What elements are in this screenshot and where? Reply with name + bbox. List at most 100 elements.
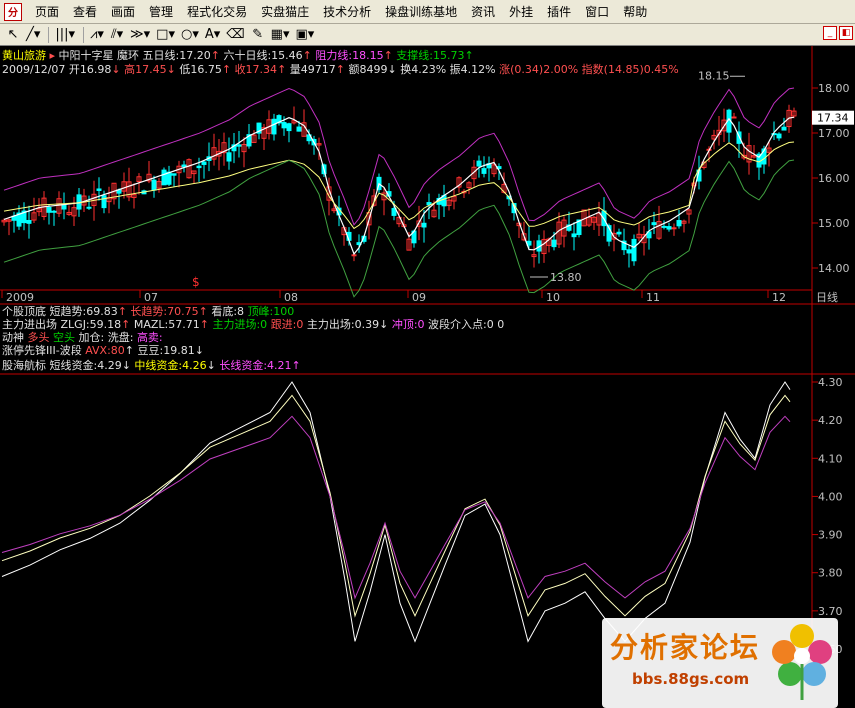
candle-body [201, 161, 207, 165]
candle-body [281, 122, 287, 129]
indicator-row-5: 股海航标 短线资金:4.29↓ 中线资金:4.26↓ 长线资金:4.21↑ [2, 359, 301, 372]
ind4-avx: AVX:80 [85, 344, 125, 357]
candle-body [651, 222, 657, 226]
time-tick-label: 2009 [6, 291, 34, 304]
watermark-url: bbs.88gs.com [632, 670, 750, 688]
indicator-row-3: 动神 多头 空头 加仓: 洗盘: 高卖: [2, 331, 163, 345]
candle-body [776, 133, 782, 139]
ind2-zero: 0 [497, 318, 505, 331]
menu-view[interactable]: 查看 [66, 0, 104, 24]
drawing-toolbar: ↖ ╱▾ |||▾ ⩘▾ ⫽▾ ≫▾ □▾ ○▾ A▾ ⌫ ✎ ▦▾ ▣▾ [0, 24, 855, 46]
time-tick-label: 10 [546, 291, 560, 304]
menu-news[interactable]: 资讯 [464, 0, 502, 24]
rectangle-icon[interactable]: □▾ [154, 26, 177, 44]
fan-icon[interactable]: ⩘▾ [88, 26, 106, 44]
eraser-icon[interactable]: ⌫ [224, 26, 246, 44]
candle-body [296, 126, 302, 132]
menu-page[interactable]: 页面 [28, 0, 66, 24]
candle-body [181, 164, 187, 168]
lower-tick-label: 4.20 [818, 414, 843, 427]
ind5-mid: 中线资金:4.26 [134, 359, 207, 372]
ind2-name: 主力进出场 [2, 318, 57, 331]
ind1-bottom: 看底:8 [211, 305, 245, 318]
ind2-zlgj: ZLGJ:59.18 [60, 318, 122, 331]
menu-tech-analysis[interactable]: 技术分析 [316, 0, 378, 24]
menu-plugin-ext[interactable]: 外挂 [502, 0, 540, 24]
ellipse-icon[interactable]: ○▾ [179, 26, 201, 44]
candle-body [286, 123, 292, 132]
menu-plugins[interactable]: 插件 [540, 0, 578, 24]
candle-body [96, 188, 102, 191]
candle-body [421, 222, 427, 228]
lower-tick-label: 3.90 [818, 529, 843, 542]
ind3-short: 空头 [53, 331, 75, 344]
candle-body [551, 239, 557, 248]
lower-tick-label: 4.10 [818, 452, 843, 465]
price-tick-label: 15.00 [818, 217, 850, 230]
ind1-name: 个股顶底 [2, 305, 46, 318]
ind2-peak: 冲顶:0 [391, 318, 425, 331]
pencil-icon[interactable]: ✎ [249, 26, 267, 44]
menu-training[interactable]: 操盘训练基地 [378, 0, 464, 24]
indicator-row-2: 主力进出场 ZLGJ:59.18↑ MAZL:57.71↑ 主力进场:0 跟进:… [2, 318, 505, 331]
candle-body [46, 206, 52, 213]
ind1-long: 长趋势:70.75 [130, 305, 199, 318]
menu-canvas[interactable]: 画面 [104, 0, 142, 24]
ind2-exit: 主力出场:0.39 [306, 318, 380, 331]
save-icon[interactable]: ▣▾ [293, 26, 316, 44]
lower-tick-label: 4.30 [818, 376, 843, 389]
candle-body [236, 144, 242, 147]
candle-body [101, 195, 107, 209]
crosshair-icon[interactable]: ╱▾ [24, 26, 42, 44]
ind2-mazl: MAZL:57.71 [133, 318, 200, 331]
ind5-short: 短线资金:4.29 [49, 359, 122, 372]
lower-tick-label: 3.80 [818, 567, 843, 580]
price-tick-label: 16.00 [818, 172, 850, 185]
candle-body [51, 210, 57, 213]
ind4-doudou: 豆豆:19.81 [137, 344, 195, 357]
ind5-name: 股海航标 [2, 359, 46, 372]
ind1-top: 顶峰:100 [247, 305, 295, 318]
candle-body [166, 171, 172, 185]
long-fund-line [1, 415, 791, 600]
restore-icon[interactable]: ◧ [839, 26, 853, 40]
lower-tick-label: 4.00 [818, 490, 843, 503]
time-tick-label: 08 [284, 291, 298, 304]
chart-area[interactable]: 黄山旅游 ▸ 中阳十字星 魔环 五日线:17.20↑ 六十日线:15.46↑ 阻… [0, 46, 855, 708]
indicator-row-1: 个股顶底 短趋势:69.83↑ 长趋势:70.75↑ 看底:8 顶峰:100 [2, 305, 295, 318]
price-tick-label: 18.00 [818, 82, 850, 95]
palette-icon[interactable]: ▦▾ [269, 26, 292, 44]
text-icon[interactable]: A▾ [203, 26, 222, 44]
minimize-icon[interactable]: _ [823, 26, 837, 40]
ind5-long: 长线资金:4.21 [219, 359, 292, 372]
menu-bar: 分 页面 查看 画面 管理 程式化交易 实盘猫庄 技术分析 操盘训练基地 资讯 … [0, 0, 855, 24]
channel-icon[interactable]: ⫽▾ [108, 26, 126, 44]
candle-body [151, 179, 157, 191]
candle-body [626, 249, 632, 254]
candle-body [86, 206, 92, 209]
vertical-lines-icon[interactable]: |||▾ [53, 26, 77, 44]
ind1-short: 短趋势:69.83 [49, 305, 118, 318]
menu-help[interactable]: 帮助 [616, 0, 654, 24]
parallel-icon[interactable]: ≫▾ [128, 26, 152, 44]
candle-body [671, 227, 677, 230]
ind3-name: 动神 [2, 331, 24, 344]
time-tick-label: 09 [412, 291, 426, 304]
menu-program-trade[interactable]: 程式化交易 [180, 0, 254, 24]
candle-body [631, 238, 637, 262]
candle-body [676, 220, 682, 227]
time-tick-label: 12 [772, 291, 786, 304]
flower-logo-icon [772, 624, 832, 700]
menu-manage[interactable]: 管理 [142, 0, 180, 24]
signal-mark: $ [192, 275, 200, 289]
price-tick-label: 17.00 [818, 127, 850, 140]
candle-body [616, 231, 622, 235]
app-logo-icon: 分 [4, 2, 22, 21]
ind2-enter: 主力进场:0 [212, 318, 268, 331]
pointer-icon[interactable]: ↖ [4, 26, 22, 44]
short-fund-line [1, 381, 791, 643]
menu-window[interactable]: 窗口 [578, 0, 616, 24]
menu-live[interactable]: 实盘猫庄 [254, 0, 316, 24]
watermark-title: 分析家论坛 [610, 631, 761, 664]
trough-label: 13.80 [550, 271, 582, 284]
